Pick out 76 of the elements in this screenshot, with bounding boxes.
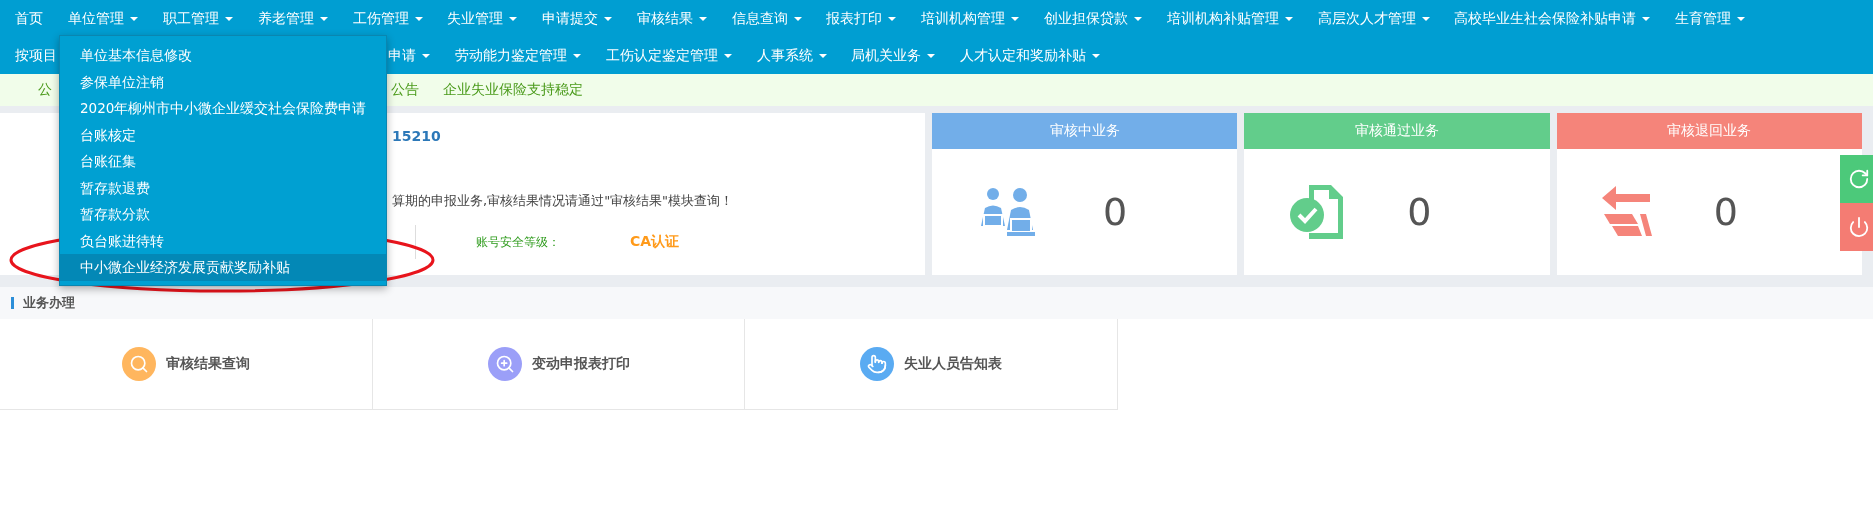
caret-icon (1642, 16, 1651, 21)
dropdown-item[interactable]: 中小微企业经济发展贡献奖励补贴 (60, 254, 386, 281)
account-message: 算期的申报业务,审核结果情况请通过"审核结果"模块查询！ (392, 192, 735, 210)
caret-icon (888, 16, 897, 21)
nav-menu-item[interactable]: 局机关业务 (838, 46, 948, 65)
security-level-value: CA认证 (630, 233, 680, 251)
nav-menu-item[interactable]: 工伤管理 (340, 9, 435, 28)
nav-menu-item[interactable]: 失业管理 (434, 9, 530, 28)
notice-link[interactable]: 公 (38, 81, 52, 99)
caret-icon (698, 16, 707, 21)
shortcut-tile[interactable]: 审核结果查询 (0, 319, 373, 409)
caret-icon (509, 16, 518, 21)
caret-icon (793, 16, 802, 21)
shortcut-tile[interactable]: 失业人员告知表 (745, 319, 1118, 409)
dropdown-item[interactable]: 2020年柳州市中小微企业缓交社会保险费申请 (60, 95, 386, 122)
power-button[interactable] (1840, 203, 1873, 251)
notice-link[interactable]: 企业失业保险支持稳定 (443, 81, 583, 99)
caret-icon (414, 16, 423, 21)
nav-menu-item[interactable]: 信息查询 (719, 9, 815, 28)
nav-menu-item[interactable]: 培训机构管理 (908, 9, 1032, 28)
nav-menu-item[interactable]: 高层次人才管理 (1305, 9, 1442, 28)
dropdown-item[interactable]: 台账核定 (60, 121, 386, 148)
nav-menu-item[interactable]: 培训机构补贴管理 (1154, 9, 1306, 28)
caret-icon (1737, 16, 1746, 21)
caret-icon (422, 53, 431, 58)
stat-title: 审核退回业务 (1556, 113, 1862, 149)
nav-menu-item[interactable]: 单位管理 (55, 9, 151, 28)
caret-icon (1092, 53, 1101, 58)
dropdown-item[interactable]: 暂存款退费 (60, 174, 386, 201)
nav-menu-item[interactable]: 高校毕业生社会保险补贴申请 (1441, 9, 1663, 28)
shortcut-label: 失业人员告知表 (904, 355, 1003, 373)
dropdown-item[interactable]: 台账征集 (60, 148, 386, 175)
caret-icon (1421, 16, 1430, 21)
return-arrows-icon (1601, 186, 1652, 238)
stat-count: 0 (1407, 190, 1432, 234)
dropdown-item[interactable]: 参保单位注销 (60, 68, 386, 95)
dropdown-item[interactable]: 暂存款分款 (60, 201, 386, 228)
caret-icon (130, 16, 139, 21)
nav-menu-item[interactable]: 申请提交 (529, 9, 625, 28)
nav-menu-item[interactable]: 创业担保贷款 (1031, 9, 1155, 28)
nav-menu-item[interactable]: 报表打印 (814, 9, 909, 28)
caret-icon (319, 16, 328, 21)
stat-title: 审核中业务 (932, 113, 1238, 149)
refresh-button[interactable] (1840, 155, 1873, 203)
dropdown-item[interactable]: 负台账进待转 (60, 227, 386, 254)
nav-menu-item[interactable]: 职工管理 (150, 9, 246, 28)
nav-menu-item[interactable]: 审核结果 (624, 9, 720, 28)
shortcut-label: 审核结果查询 (165, 355, 250, 373)
notice-link[interactable]: 公告 (391, 81, 419, 99)
nav-menu-item[interactable]: 首页 (3, 9, 56, 28)
caret-icon (604, 16, 613, 21)
security-level-label: 账号安全等级： (476, 233, 560, 251)
caret-icon (1134, 16, 1142, 21)
nav-menu-item[interactable]: 生育管理 (1662, 9, 1758, 28)
caret-icon (927, 53, 936, 58)
section-title: 业务办理 (11, 297, 75, 309)
shortcut-label: 变动申报表打印 (531, 355, 630, 373)
account-id: 15210 (392, 128, 442, 144)
caret-icon (723, 53, 732, 58)
caret-icon (572, 53, 581, 58)
nav-menu-item[interactable]: 工伤认定鉴定管理 (593, 46, 745, 65)
nav-menu-item[interactable]: 劳动能力鉴定管理 (442, 46, 594, 65)
caret-icon (1011, 16, 1020, 21)
caret-icon (1284, 16, 1293, 21)
caret-icon (818, 53, 827, 58)
power-icon (1848, 216, 1870, 238)
nav-menu-item[interactable]: 人才认定和奖励补贴 (947, 46, 1113, 65)
stat-count: 0 (1713, 190, 1738, 234)
nav-menu-item[interactable]: 养老管理 (245, 9, 341, 28)
nav-menu-item[interactable]: 人事系统 (744, 46, 839, 65)
stat-count: 0 (1103, 190, 1128, 234)
shortcut-tile[interactable]: 变动申报表打印 (372, 319, 746, 409)
document-check-icon (1289, 183, 1346, 241)
refresh-icon (1848, 168, 1870, 190)
stat-title: 审核通过业务 (1244, 113, 1550, 149)
caret-icon (224, 16, 233, 21)
